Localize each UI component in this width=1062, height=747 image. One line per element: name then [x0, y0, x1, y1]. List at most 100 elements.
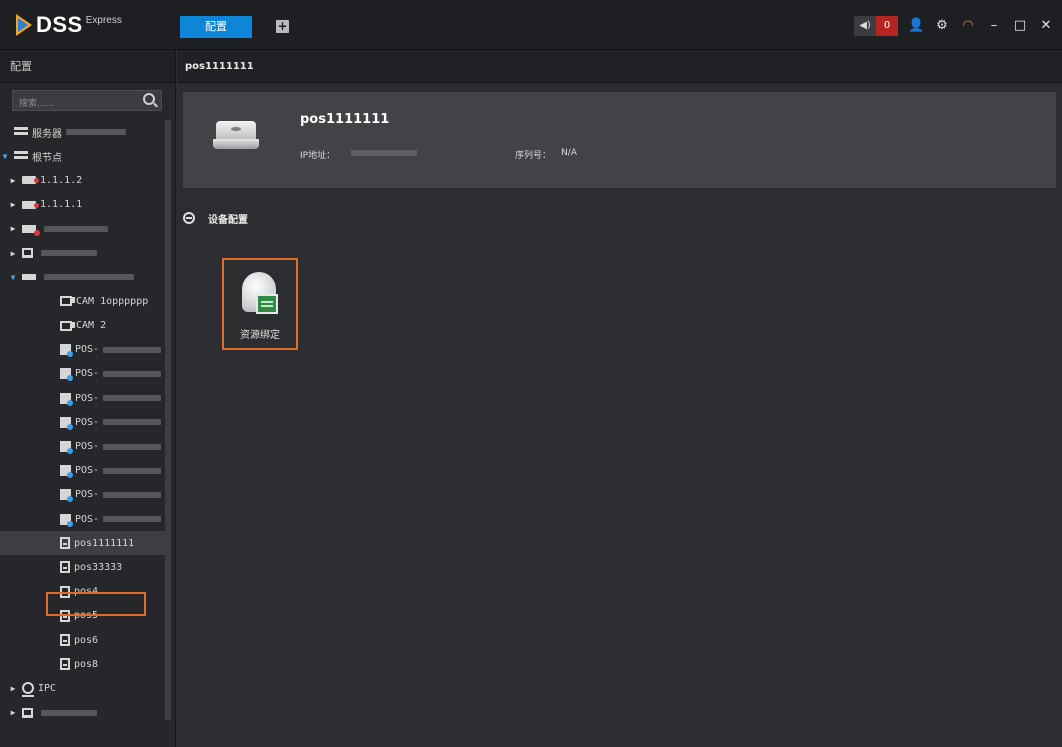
collapse-arrow-icon[interactable]: ▶ [8, 684, 18, 693]
redacted-ip [351, 150, 417, 156]
tree-node-pos[interactable]: pos33333 [0, 555, 165, 579]
camera-channel-icon [60, 320, 75, 331]
redacted-text [41, 250, 97, 257]
logo-text: DSS [36, 12, 83, 37]
pos-terminal-icon [60, 537, 70, 550]
tree-node-device[interactable]: ▶ [0, 701, 165, 725]
app-logo: DSS Express [16, 11, 122, 39]
pos-channel-icon [60, 344, 73, 358]
pos-channel-icon [60, 441, 73, 455]
collapse-arrow-icon[interactable]: ▶ [8, 224, 18, 233]
ipc-icon [22, 682, 34, 698]
tree-node-label: POS- [75, 416, 100, 428]
gear-icon[interactable]: ⚙ [934, 18, 950, 34]
pos-terminal-icon [60, 561, 70, 574]
tree-node-label: POS- [75, 465, 100, 477]
pos-channel-icon [60, 368, 73, 382]
tree-node-channel[interactable]: POS- [0, 459, 165, 483]
redacted-text [103, 491, 162, 498]
tree-node-channel[interactable]: POS- [0, 410, 165, 434]
tree-node-channel[interactable]: POS- [0, 483, 165, 507]
collapse-section-icon[interactable] [183, 212, 195, 224]
redacted-text [103, 419, 162, 426]
tree-node-channel[interactable]: POS- [0, 338, 165, 362]
tree-node-device[interactable]: ▶ IPC [0, 676, 165, 700]
redacted-text [103, 346, 162, 353]
performance-icon[interactable]: ◠ [960, 18, 976, 34]
tree-node-device[interactable]: ▶ 1.1.1.1 [0, 193, 165, 217]
tree-node-label: POS- [75, 368, 100, 380]
collapse-arrow-icon[interactable]: ▶ [8, 708, 18, 717]
redacted-text [41, 709, 97, 716]
nvr-icon [22, 200, 39, 209]
tree-node-channel[interactable]: POS- [0, 434, 165, 458]
device-name: pos1111111 [300, 112, 390, 127]
device-tree-panel: 配置 服务器 ▼ 根节点 ▶ 1.1.1.2 ▶ 1.1.1.1 ▶ [0, 50, 176, 747]
close-icon[interactable]: ✕ [1038, 18, 1054, 34]
tree-node-channel[interactable]: POS- [0, 507, 165, 531]
pos-device-icon [213, 118, 259, 152]
redacted-text [103, 443, 162, 450]
tree-node-channel[interactable]: POS- [0, 362, 165, 386]
alarm-indicator[interactable]: ◀) 0 [854, 16, 898, 36]
search-box [12, 90, 162, 114]
tree-node-label: CAM 2 [76, 320, 107, 332]
tree-node-pos[interactable]: pos6 [0, 628, 165, 652]
tree-node-label: POS- [75, 513, 100, 525]
section-title: 设备配置 [208, 214, 248, 226]
resource-binding-tile[interactable]: 资源绑定 [222, 258, 298, 350]
server-icon [14, 150, 28, 162]
redacted-text [103, 370, 162, 377]
search-input[interactable] [13, 94, 133, 114]
pos-channel-icon [60, 489, 73, 503]
user-icon[interactable]: 👤 [908, 18, 924, 34]
maximize-icon[interactable]: □ [1012, 18, 1028, 34]
tree-node-pos[interactable]: pos8 [0, 652, 165, 676]
tab-config[interactable]: 配置 [180, 16, 252, 38]
tree-node-server[interactable]: 服务器 [0, 120, 165, 144]
tree-node-channel[interactable]: CAM 1opppppp [0, 289, 165, 313]
expand-arrow-icon[interactable]: ▼ [8, 273, 18, 282]
collapse-arrow-icon[interactable]: ▶ [8, 249, 18, 258]
main-panel: pos1111111 pos1111111 IP地址： 序列号： N/A 设备配… [177, 50, 1062, 747]
pos-channel-icon [60, 513, 73, 527]
device-config-section[interactable]: 设备配置 [183, 210, 248, 226]
tree-node-device[interactable]: ▶ [0, 241, 165, 265]
tree-scrollbar[interactable] [165, 120, 171, 720]
pos-channel-icon [60, 416, 73, 430]
tree-node-label: 1.1.1.1 [40, 199, 83, 211]
tree-node-label: pos33333 [74, 561, 123, 573]
tree-node-label: pos1111111 [74, 537, 135, 549]
server-icon [14, 126, 28, 138]
tree-node-label: 1.1.1.2 [40, 174, 83, 186]
tree-node-device[interactable]: ▶ [0, 217, 165, 241]
add-tab-icon[interactable]: + [276, 20, 289, 33]
tree-node-device[interactable]: ▶ 1.1.1.2 [0, 168, 165, 192]
search-icon[interactable] [143, 93, 155, 105]
serial-value: N/A [561, 148, 577, 158]
pos-terminal-icon [60, 658, 70, 671]
collapse-arrow-icon[interactable]: ▶ [8, 200, 18, 209]
tree-node-device[interactable]: ▼ [0, 265, 165, 289]
tree-node-label: 服务器 [32, 128, 62, 140]
pos-device-group-icon [22, 274, 36, 281]
logo-mark-icon [16, 14, 32, 36]
redacted-text [44, 225, 108, 232]
pc-icon [22, 707, 33, 718]
tree-node-label: POS- [75, 392, 100, 404]
scrollbar-thumb[interactable] [165, 120, 171, 720]
tree-node-label: CAM 1opppppp [76, 295, 149, 307]
alarm-count-badge: 0 [876, 16, 898, 36]
tree-node-root[interactable]: ▼ 根节点 [0, 144, 165, 168]
logo-subtitle: Express [85, 14, 122, 26]
expand-arrow-icon[interactable]: ▼ [0, 152, 10, 161]
redacted-text [103, 395, 162, 402]
tree-node-channel[interactable]: POS- [0, 386, 165, 410]
device-tree: 服务器 ▼ 根节点 ▶ 1.1.1.2 ▶ 1.1.1.1 ▶ ▶ ▼ CAM … [0, 120, 165, 725]
minimize-icon[interactable]: – [986, 18, 1002, 34]
tree-node-channel[interactable]: CAM 2 [0, 314, 165, 338]
collapse-arrow-icon[interactable]: ▶ [8, 176, 18, 185]
sidebar-title: 配置 [0, 50, 175, 83]
top-bar: DSS Express 配置 + ◀) 0 👤 ⚙ ◠ – □ ✕ [0, 0, 1062, 50]
tree-node-pos-selected[interactable]: pos1111111 [0, 531, 165, 556]
